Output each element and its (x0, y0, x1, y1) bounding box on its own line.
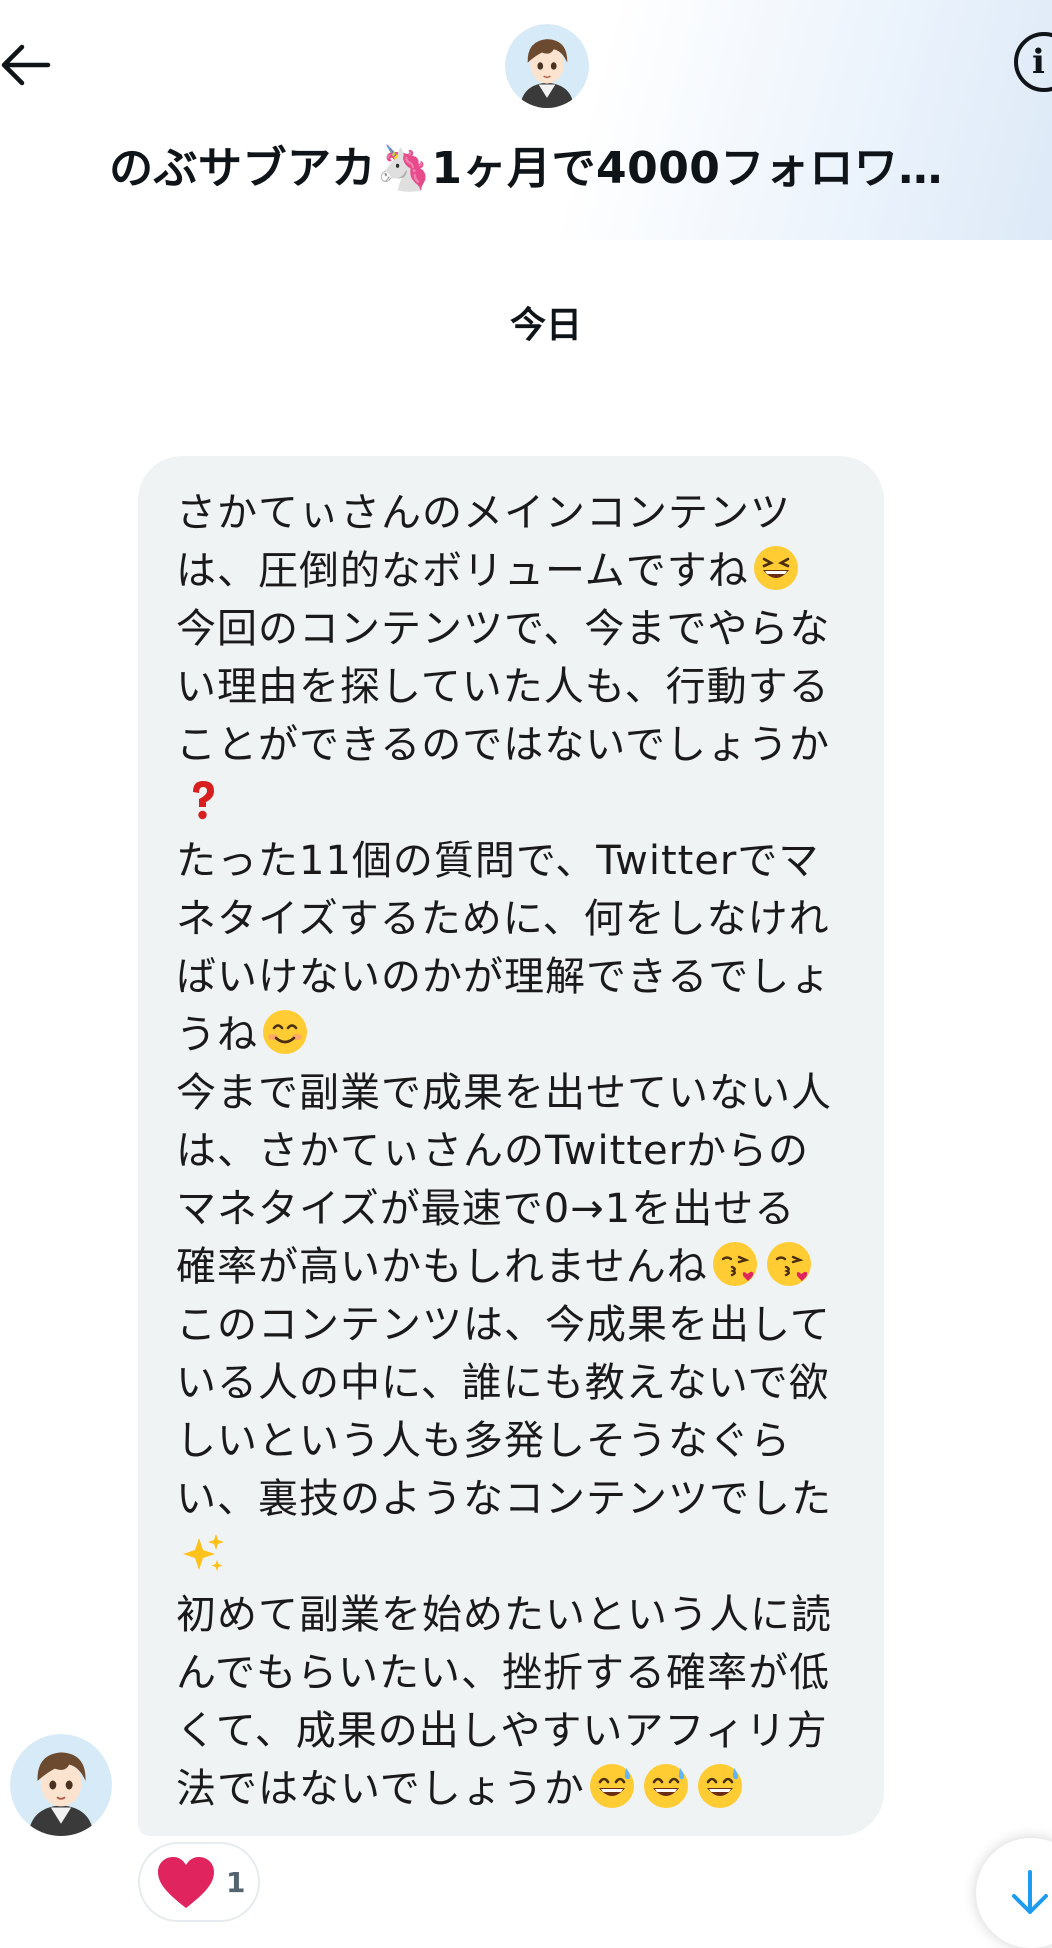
sender-avatar[interactable] (10, 1734, 112, 1836)
message-line: んでもらいたい、挫折する確率が低 (176, 1650, 830, 1696)
message-line: くて、成果の出しやすいアフィリ方 (176, 1708, 828, 1754)
conversation-title: のぶサブアカ🦄1ヶ月で4000フォロワ… (109, 143, 943, 194)
message-line: い理由を探していた人も、行動する (176, 664, 830, 710)
face-blowing-kiss-emoji (711, 1240, 759, 1288)
reaction-button[interactable]: 1 (138, 1842, 260, 1922)
message-bubble[interactable]: さかてぃさんのメインコンテンツ は、圧倒的なボリュームですね 今回のコンテンツで… (138, 456, 884, 1836)
message-line: このコンテンツは、今成果を出して (176, 1302, 831, 1348)
grinning-face-with-sweat-emoji (588, 1762, 636, 1810)
message-line: ネタイズするために、何をしなけれ (176, 896, 830, 942)
message-line (176, 774, 854, 832)
info-icon: i (1032, 42, 1045, 82)
message-line: しいという人も多発しそうなぐら (176, 1418, 791, 1464)
back-button[interactable] (0, 40, 60, 90)
smiling-face-emoji (261, 1008, 309, 1056)
message-line: ことができるのではないでしょうか (176, 722, 830, 768)
scroll-to-bottom-button[interactable] (976, 1838, 1052, 1948)
message-line: い、裏技のようなコンテンツでした (176, 1476, 832, 1522)
message-line: うね (176, 1006, 854, 1064)
message-line: は、圧倒的なボリュームですね (176, 542, 854, 600)
sparkles-emoji (179, 1530, 227, 1578)
heart-icon (158, 1857, 214, 1908)
face-blowing-kiss-emoji (765, 1240, 813, 1288)
message-line: は、さかてぃさんのTwitterからの (176, 1128, 810, 1174)
message-line: マネタイズが最速で0→1を出せる (176, 1186, 796, 1232)
conversation-avatar[interactable] (505, 24, 589, 108)
message-line: ばいけないのかが理解できるでしょ (176, 954, 832, 1000)
reaction-count: 1 (226, 1866, 246, 1899)
message-line: 法ではないでしょうか (176, 1760, 854, 1818)
grinning-squinting-face-emoji (752, 544, 800, 592)
grinning-face-with-sweat-emoji (642, 1762, 690, 1810)
message-line: 今まで副業で成果を出せていない人 (176, 1070, 832, 1116)
arrow-left-icon (1, 44, 51, 86)
message-line: たった11個の質問で、Twitterでマ (176, 838, 820, 884)
message-line: 今回のコンテンツで、今までやらな (176, 606, 831, 652)
message-line: 確率が高いかもしれませんね (176, 1238, 854, 1296)
message-line: 初めて副業を始めたいという人に読 (176, 1592, 832, 1638)
message-line (176, 1528, 854, 1586)
arrow-down-icon (1012, 1870, 1048, 1914)
red-question-mark-emoji (179, 776, 227, 824)
grinning-face-with-sweat-emoji (696, 1762, 744, 1810)
message-line: いる人の中に、誰にも教えないで欲 (176, 1360, 830, 1406)
date-separator: 今日 (509, 305, 582, 346)
message-line: さかてぃさんのメインコンテンツ (176, 490, 791, 536)
